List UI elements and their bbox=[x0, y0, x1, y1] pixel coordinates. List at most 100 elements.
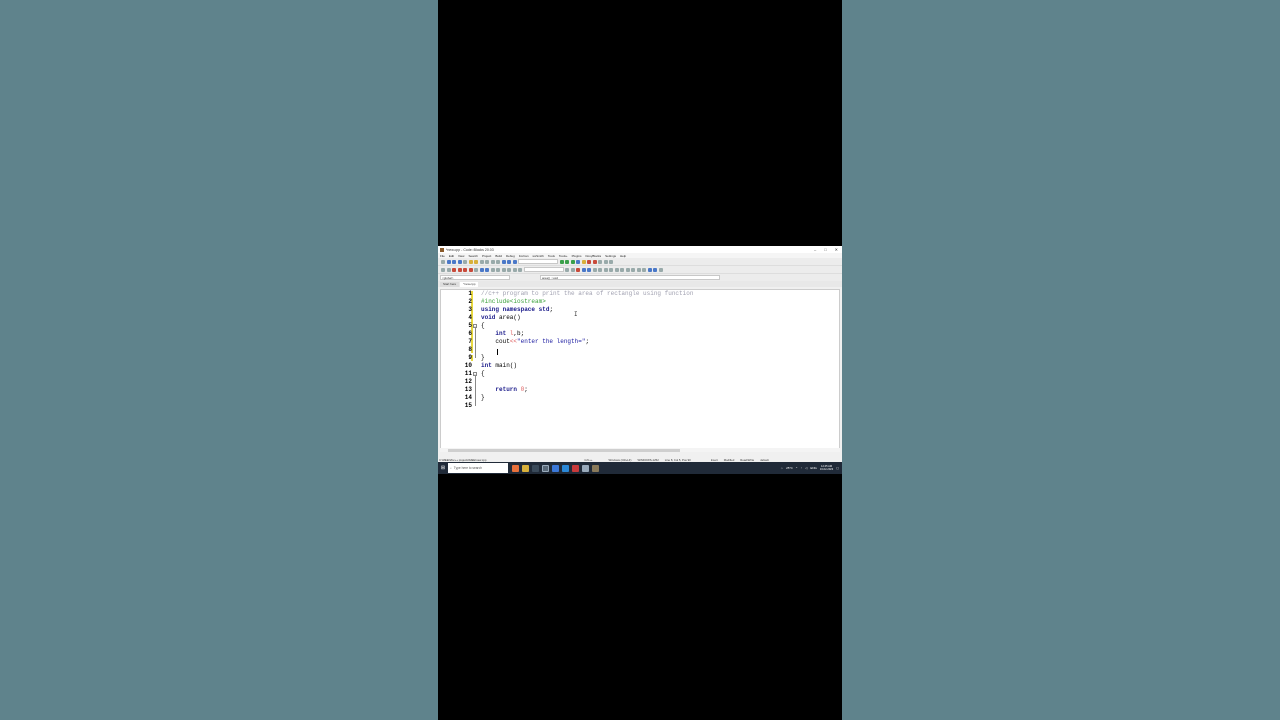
code-line[interactable]: int main() bbox=[481, 362, 517, 370]
toolbar-button-icon[interactable] bbox=[642, 267, 646, 272]
menu-item-fortran[interactable]: Fortran bbox=[519, 254, 529, 258]
toolbar-button-icon[interactable] bbox=[658, 267, 663, 272]
toolbar-button-icon[interactable] bbox=[485, 259, 489, 264]
app-icon[interactable] bbox=[592, 464, 599, 472]
toolbar-button-icon[interactable] bbox=[457, 259, 462, 264]
toolbar-button-icon[interactable] bbox=[490, 259, 495, 264]
toolbar-button-icon[interactable] bbox=[647, 267, 652, 272]
symbol-combo[interactable]: area() : void bbox=[540, 275, 720, 280]
menu-item-project[interactable]: Project bbox=[482, 254, 491, 258]
toolbar-button-icon[interactable] bbox=[474, 267, 478, 272]
toolbar-button-icon[interactable] bbox=[468, 259, 473, 264]
toolbar-button-icon[interactable] bbox=[512, 259, 517, 264]
scope-combo[interactable]: <global> bbox=[440, 275, 510, 280]
toolbar-button-icon[interactable] bbox=[507, 267, 511, 272]
toolbar-button-icon[interactable] bbox=[446, 259, 451, 264]
toolbar-button-icon[interactable] bbox=[457, 267, 462, 272]
toolbar-button-icon[interactable] bbox=[592, 267, 597, 272]
edge-icon[interactable] bbox=[562, 464, 569, 472]
code-line[interactable]: //c++ program to print the area of recta… bbox=[481, 290, 693, 298]
toolbar-button-icon[interactable] bbox=[501, 267, 506, 272]
file-explorer-icon[interactable] bbox=[582, 464, 589, 472]
tab-start-here[interactable]: Start here bbox=[440, 282, 460, 287]
toolbar-button-icon[interactable] bbox=[512, 267, 517, 272]
toolbar-button-icon[interactable] bbox=[609, 259, 613, 264]
toolbar-button-icon[interactable] bbox=[518, 267, 522, 272]
menu-item-doxyblocks[interactable]: DoxyBlocks bbox=[585, 254, 601, 258]
minimize-button[interactable]: – bbox=[814, 247, 816, 252]
toolbar-button-icon[interactable] bbox=[441, 267, 445, 272]
windows-logo-icon[interactable]: ⊞ bbox=[438, 462, 448, 474]
network-icon[interactable]: ◔ bbox=[800, 466, 802, 470]
zoom-icon[interactable] bbox=[552, 464, 559, 472]
fold-toggle-icon[interactable]: − bbox=[473, 324, 477, 328]
toolbar-button-icon[interactable] bbox=[598, 267, 602, 272]
code-line[interactable]: } bbox=[481, 394, 485, 402]
horizontal-scrollbar[interactable] bbox=[440, 448, 840, 452]
clock[interactable]: 12:45 AM 16-02-2023 bbox=[820, 465, 833, 471]
toolbar-combo[interactable] bbox=[523, 267, 564, 272]
toolbar-button-icon[interactable] bbox=[474, 259, 478, 264]
code-line[interactable]: using namespace std; bbox=[481, 306, 553, 314]
menu-item-plugins[interactable]: Plugins bbox=[572, 254, 582, 258]
close-button[interactable]: ✕ bbox=[835, 247, 838, 252]
menu-item-build[interactable]: Build bbox=[495, 254, 502, 258]
toolbar-button-icon[interactable] bbox=[507, 259, 511, 264]
toolbar-button-icon[interactable] bbox=[479, 267, 484, 272]
toolbar-button-icon[interactable] bbox=[570, 267, 575, 272]
widget-icon[interactable] bbox=[512, 464, 519, 472]
menu-item-search[interactable]: Search bbox=[468, 254, 478, 258]
toolbar-button-icon[interactable] bbox=[565, 259, 569, 264]
menu-item-tools-[interactable]: Tools+ bbox=[559, 254, 568, 258]
toolbar-button-icon[interactable] bbox=[463, 267, 467, 272]
task-view-icon[interactable] bbox=[532, 464, 539, 472]
toolbar-button-icon[interactable] bbox=[576, 259, 580, 264]
toolbar-button-icon[interactable] bbox=[490, 267, 495, 272]
toolbar-button-icon[interactable] bbox=[463, 259, 467, 264]
toolbar-button-icon[interactable] bbox=[452, 267, 456, 272]
toolbar-button-icon[interactable] bbox=[581, 267, 586, 272]
toolbar-button-icon[interactable] bbox=[603, 267, 608, 272]
code-line[interactable]: #include<iostream> bbox=[481, 298, 546, 306]
scrollbar-thumb[interactable] bbox=[448, 448, 680, 452]
toolbar-button-icon[interactable] bbox=[636, 267, 641, 272]
notification-icon[interactable]: ▢ bbox=[836, 466, 839, 470]
toolbar-button-icon[interactable] bbox=[565, 267, 569, 272]
toolbar-button-icon[interactable] bbox=[468, 267, 473, 272]
codeblocks-taskbar-icon[interactable] bbox=[542, 464, 549, 472]
menu-item-wxsmith[interactable]: wxSmith bbox=[533, 254, 544, 258]
toolbar-button-icon[interactable] bbox=[614, 267, 619, 272]
toolbar-button-icon[interactable] bbox=[559, 259, 564, 264]
toolbar-button-icon[interactable] bbox=[441, 259, 445, 264]
toolbar-button-icon[interactable] bbox=[479, 259, 484, 264]
code-editor[interactable]: − − 1 2 3 4 5 6 7 8 9 10 11 12 13 14 15 //c++ program … bbox=[440, 289, 840, 451]
code-line[interactable]: int l,b; bbox=[481, 330, 524, 338]
toolbar-button-icon[interactable] bbox=[609, 267, 613, 272]
toolbar-button-icon[interactable] bbox=[603, 259, 608, 264]
code-line[interactable]: } bbox=[481, 354, 485, 362]
code-line[interactable]: void area() bbox=[481, 314, 521, 322]
toolbar-button-icon[interactable] bbox=[570, 259, 575, 264]
menu-item-settings[interactable]: Settings bbox=[605, 254, 616, 258]
menu-item-help[interactable]: Help bbox=[620, 254, 626, 258]
taskbar-search[interactable]: ⌕ Type here to search bbox=[448, 463, 508, 473]
toolbar-button-icon[interactable] bbox=[625, 267, 630, 272]
code-line[interactable]: { bbox=[481, 322, 485, 330]
menu-item-view[interactable]: View bbox=[458, 254, 464, 258]
chevron-up-icon[interactable]: ^ bbox=[796, 466, 797, 470]
tab-new-cpp[interactable]: *new.cpp bbox=[460, 282, 479, 287]
menu-item-file[interactable]: File bbox=[440, 254, 445, 258]
code-line[interactable]: cout<<"enter the length="; bbox=[481, 338, 589, 346]
toolbar-button-icon[interactable] bbox=[485, 267, 489, 272]
code-area[interactable]: //c++ program to print the area of recta… bbox=[481, 290, 835, 450]
toolbar-button-icon[interactable] bbox=[501, 259, 506, 264]
toolbar-button-icon[interactable] bbox=[598, 259, 602, 264]
toolbar-button-icon[interactable] bbox=[620, 267, 624, 272]
toolbar-button-icon[interactable] bbox=[587, 267, 591, 272]
tray-lang[interactable]: ENG bbox=[810, 466, 817, 470]
toolbar-button-icon[interactable] bbox=[587, 259, 591, 264]
menu-item-edit[interactable]: Edit bbox=[449, 254, 454, 258]
toolbar-combo[interactable] bbox=[518, 259, 558, 264]
code-line[interactable]: return 0; bbox=[481, 386, 527, 394]
maximize-button[interactable]: □ bbox=[824, 247, 826, 252]
